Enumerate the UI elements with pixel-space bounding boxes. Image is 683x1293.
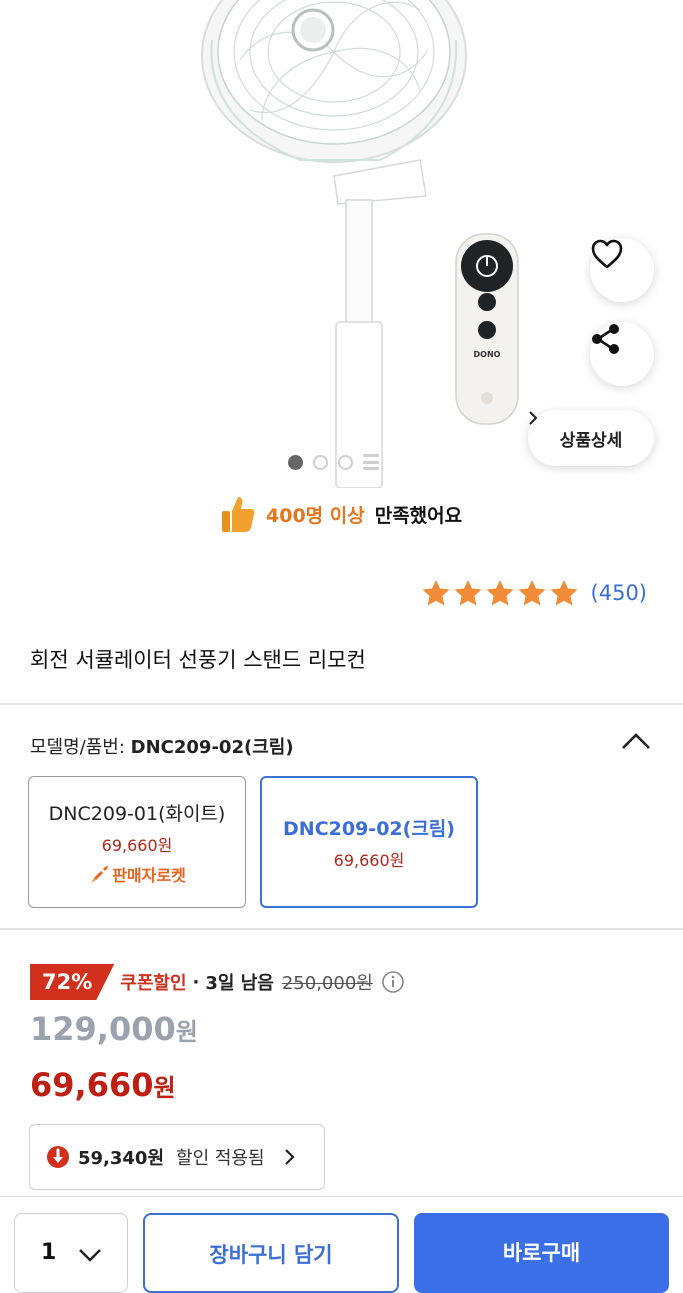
carousel-indicator [288, 454, 379, 470]
gallery-grid-icon[interactable] [363, 454, 379, 470]
option-price: 69,660원 [101, 835, 173, 855]
seller-rocket-badge: 판매자로켓 [88, 862, 186, 886]
model-option-cream[interactable]: DNC209-02(크림) 69,660원 [260, 776, 478, 908]
model-option-white[interactable]: DNC209-01(화이트) 69,660원 판매자로켓 [28, 776, 246, 908]
divider [0, 928, 683, 930]
arrow-down-circle-icon [47, 1146, 69, 1168]
discount-percent-badge: 72% [30, 964, 114, 1000]
buy-now-label: 바로구매 [502, 1241, 581, 1265]
chevron-right-icon [529, 411, 538, 425]
satisfaction-banner: 400명 이상 만족했어요 [220, 494, 462, 534]
product-detail-button[interactable]: 상품상세 [528, 410, 654, 466]
coupon-label: 쿠폰할인 [120, 973, 187, 994]
satisfaction-count: 400명 이상 [266, 504, 365, 527]
carousel-dot[interactable] [288, 454, 303, 470]
option-name: DNC209-02(크림) [283, 817, 455, 840]
remote-brand-text: DONO [474, 350, 501, 359]
add-to-cart-label: 장바구니 담기 [209, 1243, 333, 1267]
product-image-carousel[interactable]: DONO 상품상세 [0, 0, 683, 488]
model-selected-value: DNC209-02(크림) [130, 737, 294, 758]
model-selector-label[interactable]: 모델명/품번: DNC209-02(크림) [30, 733, 294, 759]
add-to-cart-button[interactable]: 장바구니 담기 [143, 1213, 399, 1293]
extra-discount-amount: 59,340원 [78, 1148, 165, 1169]
rating[interactable]: (450) [421, 578, 647, 608]
product-title: 회전 서큘레이터 선풍기 스탠드 리모컨 [30, 648, 366, 672]
coupon-discount-row: 72% 쿠폰할인 · 3일 남음 250,000원 [30, 964, 405, 1000]
info-icon[interactable] [381, 970, 405, 994]
original-price: 250,000원 [281, 973, 373, 994]
carousel-dot[interactable] [338, 454, 353, 470]
model-label-text: 모델명/품번: [30, 737, 125, 758]
badge-text: 판매자로켓 [112, 865, 186, 885]
chevron-right-icon [284, 1149, 295, 1165]
list-price-value: 129,000 [30, 1010, 176, 1048]
quantity-select[interactable]: 1 [14, 1213, 128, 1293]
satisfaction-text: 만족했어요 [374, 504, 463, 527]
wishlist-button[interactable] [590, 238, 654, 302]
coupon-remaining: 3일 남음 [205, 973, 274, 994]
rocket-icon [91, 865, 109, 883]
review-count[interactable]: (450) [591, 581, 647, 605]
option-price: 69,660원 [333, 850, 405, 870]
share-button[interactable] [590, 322, 654, 386]
bottom-action-bar: 1 장바구니 담기 바로구매 [0, 1196, 683, 1293]
currency: 원 [153, 1074, 176, 1102]
heart-icon [591, 239, 623, 269]
currency: 원 [175, 1018, 198, 1046]
quantity-value: 1 [41, 1240, 57, 1265]
share-icon [592, 324, 619, 354]
chevron-down-icon [79, 1249, 102, 1262]
sale-price-value: 69,660 [30, 1066, 154, 1104]
list-price: 129,000원 [30, 1010, 198, 1048]
extra-discount-text: 할인 적용됨 [176, 1148, 265, 1169]
sale-price: 69,660원 [30, 1066, 176, 1104]
thumbs-up-icon [222, 497, 255, 532]
option-name: DNC209-01(화이트) [48, 802, 226, 825]
chevron-up-icon[interactable] [620, 730, 652, 752]
carousel-dot[interactable] [313, 454, 328, 470]
product-detail-label: 상품상세 [559, 430, 623, 451]
extra-discount-button[interactable]: 59,340원 할인 적용됨 [29, 1124, 325, 1190]
divider [0, 703, 683, 705]
separator-dot: · [192, 971, 200, 993]
star-rating-icon [422, 580, 578, 606]
buy-now-button[interactable]: 바로구매 [414, 1213, 669, 1293]
